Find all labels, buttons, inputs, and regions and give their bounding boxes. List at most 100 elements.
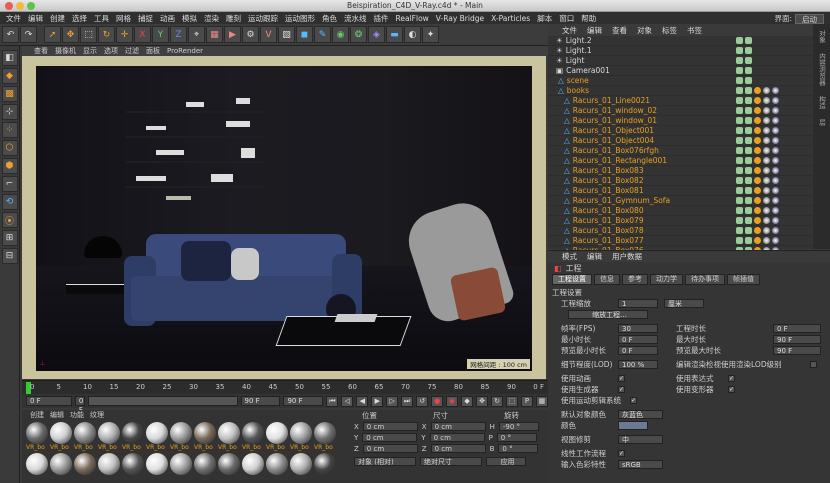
material-menu-item[interactable]: 功能	[70, 410, 84, 420]
object-row[interactable]: △ books	[548, 86, 830, 96]
render-toggle[interactable]	[745, 167, 752, 174]
visibility-toggle[interactable]	[736, 107, 743, 114]
material-tag-icon[interactable]	[772, 187, 779, 194]
material-tag-icon[interactable]	[772, 127, 779, 134]
menu-item[interactable]: 窗口	[559, 13, 574, 24]
material-slot[interactable]	[98, 453, 120, 475]
coord-system-icon[interactable]: ⌖	[188, 26, 205, 43]
visibility-toggle[interactable]	[736, 177, 743, 184]
position-field[interactable]: 0 cm	[362, 433, 418, 442]
object-menu-item[interactable]: 标签	[662, 25, 677, 36]
object-row[interactable]: △ Racurs_01_window_01	[548, 116, 830, 126]
prev-key-icon[interactable]: ◁	[341, 395, 354, 407]
attribute-tab[interactable]: 信息	[594, 274, 620, 285]
position-field[interactable]: 0 cm	[362, 422, 418, 431]
material-tag-icon[interactable]	[772, 237, 779, 244]
material-slot[interactable]: VR_bo	[98, 422, 120, 451]
tweak-icon[interactable]: ⟲	[1, 194, 18, 210]
snap-icon[interactable]: ⦿	[1, 212, 18, 228]
material-tag-icon[interactable]	[772, 107, 779, 114]
object-row[interactable]: △ Racurs_01_Object004	[548, 136, 830, 146]
object-row[interactable]: △ Racurs_01_Rectangle001	[548, 156, 830, 166]
tag-icon[interactable]	[754, 187, 761, 194]
tag-icon[interactable]	[754, 227, 761, 234]
material-tag-icon[interactable]	[763, 97, 770, 104]
render-toggle[interactable]	[745, 157, 752, 164]
scale-field[interactable]: 1	[618, 299, 658, 308]
material-tag-icon[interactable]	[763, 117, 770, 124]
side-tab[interactable]: 对象	[817, 30, 827, 43]
menu-item[interactable]: X-Particles	[491, 14, 530, 23]
visibility-toggle[interactable]	[736, 157, 743, 164]
object-color-dropdown[interactable]: 灰蓝色	[618, 410, 663, 419]
viewport-menu-item[interactable]: 摄像机	[55, 46, 76, 56]
render-toggle[interactable]	[745, 177, 752, 184]
material-tag-icon[interactable]	[772, 207, 779, 214]
menu-item[interactable]: 选择	[72, 13, 87, 24]
tag-icon[interactable]	[754, 237, 761, 244]
tag-icon[interactable]	[754, 207, 761, 214]
visibility-toggle[interactable]	[736, 67, 743, 74]
polygons-mode-icon[interactable]: ⬢	[1, 158, 18, 174]
viewport-menu-item[interactable]: 显示	[83, 46, 97, 56]
attribute-menu-item[interactable]: 用户数据	[612, 251, 642, 262]
visibility-toggle[interactable]	[736, 207, 743, 214]
object-menu-item[interactable]: 编辑	[587, 25, 602, 36]
texture-mode-icon[interactable]: ▩	[1, 86, 18, 102]
side-tab[interactable]: 层	[817, 119, 827, 126]
render-toggle[interactable]	[745, 237, 752, 244]
material-tag-icon[interactable]	[772, 227, 779, 234]
param-key-icon[interactable]: P	[520, 395, 533, 407]
visibility-toggle[interactable]	[736, 127, 743, 134]
visibility-toggle[interactable]	[736, 97, 743, 104]
material-tag-icon[interactable]	[763, 167, 770, 174]
menu-item[interactable]: 渲染	[204, 13, 219, 24]
object-row[interactable]: △ Racurs_01_Line0021	[548, 96, 830, 106]
tag-icon[interactable]	[754, 107, 761, 114]
tag-icon[interactable]	[754, 87, 761, 94]
minimize-window-button[interactable]	[16, 2, 24, 10]
material-slot[interactable]: VR_bo	[194, 422, 216, 451]
render-toggle[interactable]	[745, 227, 752, 234]
material-tag-icon[interactable]	[772, 137, 779, 144]
object-row[interactable]: ☀ Light.1	[548, 46, 830, 56]
preview-min-field[interactable]: 0 F	[618, 346, 658, 355]
object-row[interactable]: △ Racurs_01_window_02	[548, 106, 830, 116]
material-slot[interactable]	[290, 453, 312, 475]
subdivision-icon[interactable]: ◉	[332, 26, 349, 43]
visibility-toggle[interactable]	[736, 47, 743, 54]
position-field[interactable]: 0 cm	[362, 444, 418, 453]
material-slot[interactable]	[122, 453, 144, 475]
object-row[interactable]: △ Racurs_01_Box076rfgh	[548, 146, 830, 156]
object-row[interactable]: △ Racurs_01_Box077	[548, 236, 830, 246]
object-row[interactable]: △ Racurs_01_Box083	[548, 166, 830, 176]
object-row[interactable]: ☀ Light	[548, 56, 830, 66]
tag-icon[interactable]	[754, 167, 761, 174]
visibility-toggle[interactable]	[736, 87, 743, 94]
render-toggle[interactable]	[745, 207, 752, 214]
light-icon[interactable]: ✦	[422, 26, 439, 43]
attribute-tab[interactable]: 参考	[622, 274, 648, 285]
viewport-menu-item[interactable]: 查看	[34, 46, 48, 56]
material-slot[interactable]: VR_bo	[242, 422, 264, 451]
render-settings-icon[interactable]: ⚙	[242, 26, 259, 43]
grid-key-icon[interactable]: ▦	[535, 395, 548, 407]
menu-item[interactable]: 帮助	[581, 13, 596, 24]
object-row[interactable]: △ Racurs_01_Box079	[548, 216, 830, 226]
select-icon[interactable]: ➚	[44, 26, 61, 43]
size-field[interactable]: 0 cm	[429, 433, 485, 442]
min-time-field[interactable]: 0 F	[618, 335, 658, 344]
prev-frame-icon[interactable]: ◀	[356, 395, 369, 407]
scale-icon[interactable]: ⬚	[80, 26, 97, 43]
material-menu-item[interactable]: 纹理	[90, 410, 104, 420]
material-slot[interactable]: VR_bo	[314, 422, 336, 451]
visibility-toggle[interactable]	[736, 227, 743, 234]
material-tag-icon[interactable]	[763, 157, 770, 164]
visibility-toggle[interactable]	[736, 57, 743, 64]
coord-mode-dropdown[interactable]: 对象 (相对)	[354, 457, 416, 466]
view-clip-dropdown[interactable]: 中	[618, 435, 663, 444]
material-slot[interactable]: VR_bo	[290, 422, 312, 451]
visibility-toggle[interactable]	[736, 117, 743, 124]
y-axis-icon[interactable]: Y	[152, 26, 169, 43]
edges-mode-icon[interactable]: ⬡	[1, 140, 18, 156]
